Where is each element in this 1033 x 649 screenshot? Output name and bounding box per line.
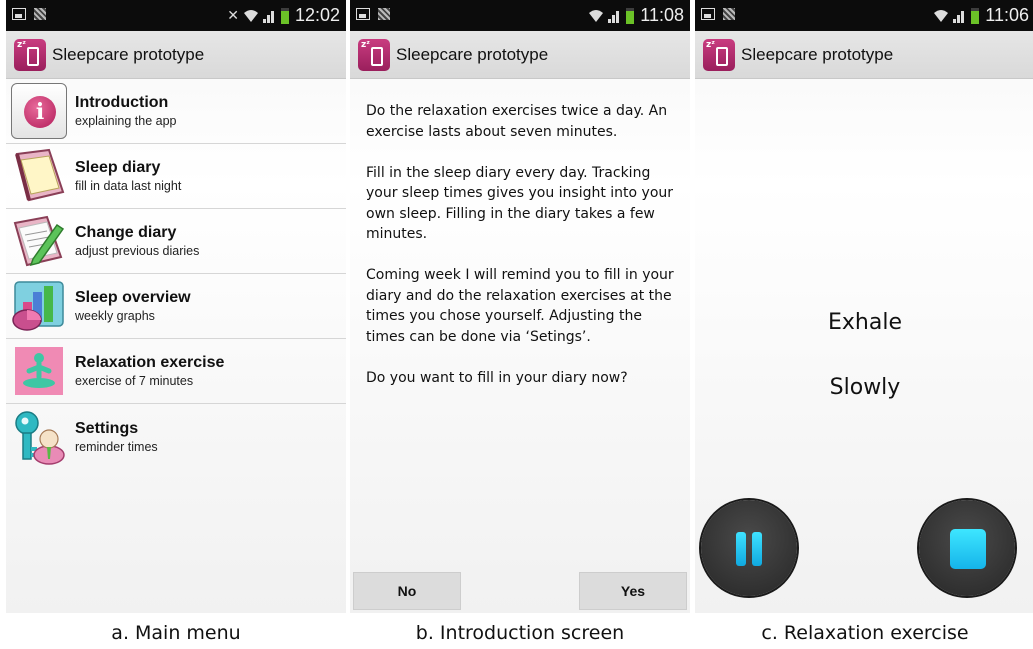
app-logo-icon: zᶻ	[358, 38, 390, 71]
battery-icon	[626, 7, 635, 24]
app-title: Sleepcare prototype	[52, 44, 205, 64]
menu-item-subtitle: fill in data last night	[75, 179, 182, 193]
button-bar: No Yes	[350, 571, 690, 613]
menu-item-title: Introduction	[75, 94, 169, 111]
app-logo-icon: zᶻ	[14, 38, 46, 71]
app-title: Sleepcare prototype	[396, 44, 549, 64]
wifi-icon	[589, 9, 604, 22]
menu-item-relaxation-exercise[interactable]: Relaxation exercise exercise of 7 minute…	[6, 339, 346, 404]
gallery-notification-icon	[701, 8, 715, 20]
pencil-notebook-icon	[13, 215, 65, 267]
caption-relaxation: c. Relaxation exercise	[761, 622, 969, 644]
key-user-icon	[15, 410, 65, 465]
gallery-notification-icon	[12, 8, 26, 20]
no-button[interactable]: No	[353, 572, 461, 610]
gallery-notification-icon	[356, 8, 370, 20]
menu-item-subtitle: reminder times	[75, 439, 158, 454]
wifi-icon	[243, 9, 258, 22]
menu-item-title: Sleep overview	[75, 289, 191, 306]
image-notification-icon	[378, 8, 390, 20]
caption-introduction: b. Introduction screen	[415, 622, 625, 644]
intro-question: Do you want to fill in your diary now?	[366, 369, 628, 386]
menu-item-title: Settings	[75, 419, 139, 437]
menu-item-title: Sleep diary	[75, 159, 161, 176]
menu-item-subtitle: exercise of 7 minutes	[75, 374, 194, 388]
menu-item-settings[interactable]: Settings reminder times	[6, 404, 346, 469]
image-notification-icon	[34, 8, 46, 20]
introduction-text: Do the relaxation exercises twice a day.…	[366, 101, 676, 409]
menu-item-sleep-overview[interactable]: Sleep overview weekly graphs	[6, 274, 346, 339]
action-bar: zᶻ Sleepcare prototype	[6, 31, 346, 79]
stop-button[interactable]	[919, 500, 1015, 596]
status-bar: 11:06	[695, 0, 1033, 31]
app-title: Sleepcare prototype	[741, 44, 894, 64]
image-notification-icon	[723, 8, 735, 20]
meditation-icon	[15, 347, 63, 395]
caption-main-menu: a. Main menu	[111, 622, 241, 644]
clock: 12:02	[294, 5, 340, 25]
menu-item-title: Relaxation exercise	[75, 354, 225, 371]
info-icon	[11, 83, 67, 139]
menu-item-subtitle: adjust previous diaries	[75, 244, 200, 258]
mute-icon: ✕	[227, 7, 239, 23]
pause-button[interactable]	[701, 500, 797, 596]
menu-item-change-diary[interactable]: Change diary adjust previous diaries	[6, 209, 346, 274]
menu-item-sleep-diary[interactable]: Sleep diary fill in data last night	[6, 144, 346, 209]
battery-icon	[971, 7, 980, 24]
status-bar: ✕ 12:02	[6, 0, 346, 31]
menu-item-title: Change diary	[75, 224, 177, 241]
main-menu-screen: ✕ 12:02 zᶻ Sleepcare prototype Introduct…	[6, 0, 346, 613]
breathing-instruction: Exhale	[828, 310, 902, 335]
battery-icon	[280, 7, 289, 24]
action-bar: zᶻ Sleepcare prototype	[350, 31, 690, 79]
intro-paragraph: Coming week I will remind you to fill in…	[366, 267, 674, 345]
menu-item-subtitle: weekly graphs	[75, 309, 155, 323]
clock: 11:08	[640, 5, 684, 25]
main-menu-list: Introduction explaining the app Sleep di…	[6, 79, 346, 469]
status-bar: 11:08	[350, 0, 690, 31]
action-bar: zᶻ Sleepcare prototype	[695, 31, 1033, 79]
signal-icon	[608, 9, 622, 23]
menu-item-subtitle: explaining the app	[75, 114, 177, 128]
graph-icon	[12, 281, 64, 331]
wifi-icon	[934, 9, 949, 22]
intro-paragraph: Do the relaxation exercises twice a day.…	[366, 103, 668, 140]
stop-icon	[950, 529, 986, 569]
yes-button[interactable]: Yes	[579, 572, 687, 610]
menu-item-introduction[interactable]: Introduction explaining the app	[6, 79, 346, 144]
introduction-screen: 11:08 zᶻ Sleepcare prototype Do the rela…	[350, 0, 690, 613]
signal-icon	[953, 9, 967, 23]
breathing-pace: Slowly	[829, 375, 901, 400]
relaxation-exercise-screen: 11:06 zᶻ Sleepcare prototype Exhale Slow…	[695, 0, 1033, 613]
app-logo-icon: zᶻ	[703, 38, 735, 71]
signal-icon	[262, 9, 277, 23]
intro-paragraph: Fill in the sleep diary every day. Track…	[366, 164, 674, 243]
clock: 11:06	[985, 5, 1029, 25]
notebook-icon	[15, 148, 65, 202]
